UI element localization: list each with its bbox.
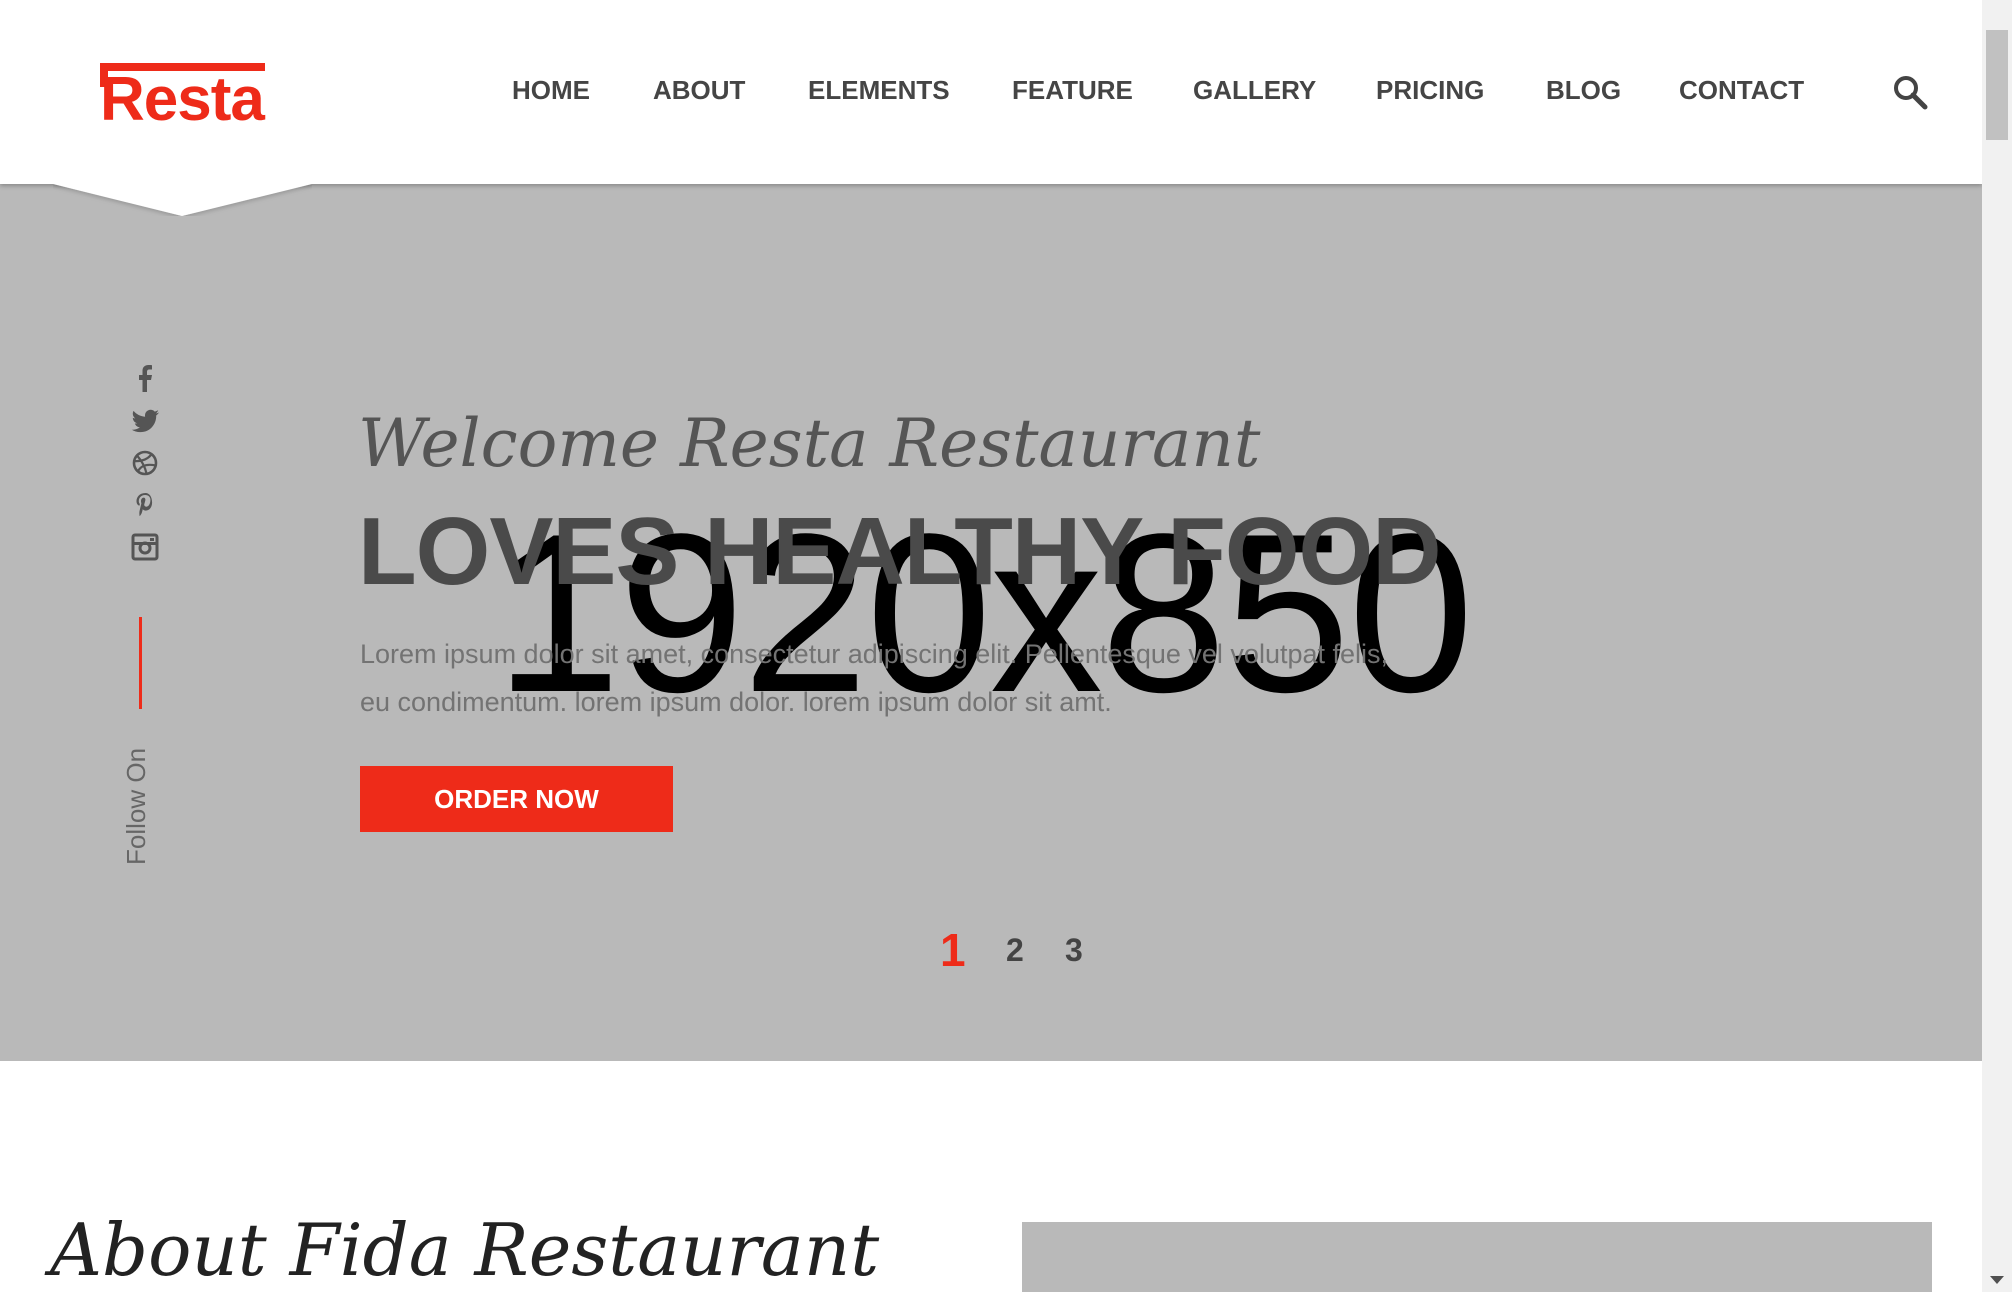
scrollbar-thumb[interactable] xyxy=(1986,30,2008,140)
pager-item-1[interactable]: 1 xyxy=(940,920,966,980)
hero-description-line-1: Lorem ipsum dolor sit amet, consectetur … xyxy=(360,639,1389,669)
pager-item-2[interactable]: 2 xyxy=(1006,920,1024,980)
nav-item-about[interactable]: ABOUT xyxy=(653,70,745,110)
about-image-placeholder xyxy=(1022,1222,1932,1292)
follow-divider-line xyxy=(139,617,142,709)
search-icon[interactable] xyxy=(1890,72,1930,112)
nav-item-pricing[interactable]: PRICING xyxy=(1376,70,1484,110)
hero-description: Lorem ipsum dolor sit amet, consectetur … xyxy=(360,630,1460,726)
pager-item-3[interactable]: 3 xyxy=(1065,920,1083,980)
logo: Resta xyxy=(100,63,268,133)
about-title: About Fida Restaurant xyxy=(50,1208,880,1292)
hero-slider: 1920x850 Follow On Welcome Resta Restaur… xyxy=(0,184,1982,1061)
logo-text: Resta xyxy=(100,65,265,134)
scroll-down-arrow-icon[interactable] xyxy=(1990,1276,2004,1284)
instagram-icon[interactable] xyxy=(128,530,162,564)
logo-badge[interactable]: Resta xyxy=(53,3,312,216)
follow-on-label: Follow On xyxy=(121,747,151,865)
order-now-button[interactable]: ORDER NOW xyxy=(360,766,673,832)
page-scrollbar[interactable] xyxy=(1982,0,2012,1292)
twitter-icon[interactable] xyxy=(128,404,162,438)
dribbble-icon[interactable] xyxy=(128,446,162,480)
nav-item-blog[interactable]: BLOG xyxy=(1546,70,1621,110)
hero-headline: LOVES HEALTHY FOOD xyxy=(358,498,1442,605)
nav-item-elements[interactable]: ELEMENTS xyxy=(808,70,950,110)
facebook-icon[interactable] xyxy=(128,362,162,396)
nav-item-home[interactable]: HOME xyxy=(512,70,590,110)
slider-pagination: 1 2 3 xyxy=(0,920,1982,980)
nav-item-gallery[interactable]: GALLERY xyxy=(1193,70,1316,110)
nav-item-contact[interactable]: CONTACT xyxy=(1679,70,1804,110)
nav-item-feature[interactable]: FEATURE xyxy=(1012,70,1133,110)
hero-welcome-text: Welcome Resta Restaurant xyxy=(358,405,1261,482)
pinterest-icon[interactable] xyxy=(128,488,162,522)
hero-description-line-2: eu condimentum. lorem ipsum dolor. lorem… xyxy=(360,687,1112,717)
